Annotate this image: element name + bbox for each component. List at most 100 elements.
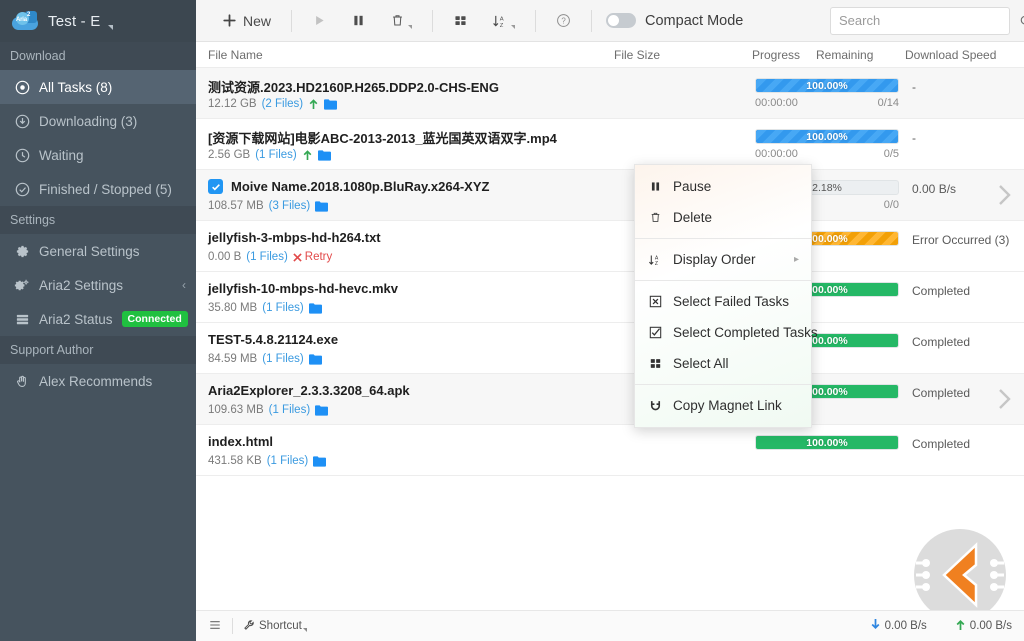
row-meta: 431.58 KB(1 Files) [208,455,326,467]
file-name-text: Aria2Explorer_2.3.3.3208_64.apk [208,383,410,398]
search-box[interactable] [830,7,1010,35]
menu-item-select-completed-tasks[interactable]: Select Completed Tasks [635,317,811,348]
file-name-text: Moive Name.2018.1080p.BluRay.x264-XYZ [231,179,489,194]
search-icon[interactable] [1019,14,1024,28]
shortcut-button[interactable]: Shortcut [243,619,307,634]
upload-icon [302,149,313,161]
new-task-button[interactable]: New [210,6,283,36]
menu-item-pause[interactable]: Pause [635,171,811,202]
play-icon [312,13,327,28]
arrow-down-icon [870,618,881,634]
menu-item-delete[interactable]: Delete [635,202,811,233]
table-row[interactable]: Aria2Explorer_2.3.3.3208_64.apk109.63 MB… [196,374,1024,425]
sort-button[interactable]: AZ [480,6,527,36]
caret-down-icon[interactable] [303,628,307,632]
row-meta: 12.12 GB(2 Files) [208,98,337,110]
hamburger-icon[interactable] [208,618,222,635]
pause-button[interactable] [339,6,378,36]
select-all-button[interactable] [441,6,480,36]
caret-down-icon[interactable] [408,25,412,29]
sidebar-item-downloading[interactable]: Downloading (3) [0,104,196,138]
context-menu: Pause Delete AZDisplay Order▸ Select Failed… [634,164,812,428]
table-header: File Name File Size Progress Remaining D… [196,42,1024,68]
sort-az-icon: AZ [492,13,508,29]
menu-item-copy-magnet-link[interactable]: Copy Magnet Link [635,390,811,421]
file-count-text: (1 Files) [255,149,297,161]
row-remaining: 0.00 B/s [912,182,956,196]
progress-percent: 100.00% [756,436,898,449]
caret-down-icon[interactable] [511,25,515,29]
file-size-text: 0.00 B [208,251,241,263]
download-circle-icon [14,113,30,129]
sort-az-icon: AZ [647,253,663,267]
sidebar-heading-settings: Settings [0,206,196,234]
sidebar-item-finished-stopped[interactable]: Finished / Stopped (5) [0,172,196,206]
table-row[interactable]: jellyfish-3-mbps-hd-h264.txt0.00 B(1 Fil… [196,221,1024,272]
row-file-name: Moive Name.2018.1080p.BluRay.x264-XYZ [208,179,489,194]
row-checkbox[interactable] [208,179,223,194]
open-folder-icon[interactable] [324,98,337,110]
menu-item-select-all[interactable]: Select All [635,348,811,379]
submenu-arrow-icon: ▸ [794,254,799,265]
table-row[interactable]: 测试资源.2023.HD2160P.H265.DDP2.0-CHS-ENG 12.… [196,68,1024,119]
sidebar-item-aria2-status[interactable]: Aria2 Status Connected [0,302,196,336]
row-remaining: Completed [912,437,970,451]
table-row[interactable]: [资源下载网站]电影ABC-2013-2013_蓝光国英双语双字.mp42.56… [196,119,1024,170]
column-header-remaining[interactable]: Remaining [816,48,873,62]
search-input[interactable] [839,13,1015,28]
sidebar-item-label: Aria2 Status [39,312,113,327]
compact-mode-label: Compact Mode [645,13,743,29]
column-header-download-speed[interactable]: Download Speed [905,48,996,62]
menu-item-label: Pause [673,179,799,194]
menu-item-select-failed-tasks[interactable]: Select Failed Tasks [635,286,811,317]
menu-item-label: Select Completed Tasks [673,325,818,340]
compact-mode-toggle[interactable]: Compact Mode [600,13,743,29]
page-title: Test - E [48,13,100,30]
file-name-text: TEST-5.4.8.21124.exe [208,332,338,347]
table-row[interactable]: TEST-5.4.8.21124.exe84.59 MB(1 Files)100… [196,323,1024,374]
table-row[interactable]: Moive Name.2018.1080p.BluRay.x264-XYZ108… [196,170,1024,221]
column-header-progress[interactable]: Progress [752,48,800,62]
app-window: Aria2 Test - E Download All Tasks (8) Do… [0,0,1024,641]
menu-item-display-order[interactable]: AZDisplay Order▸ [635,244,811,275]
sidebar-item-label: Aria2 Settings [39,278,173,293]
delete-button[interactable] [378,6,424,36]
global-download-speed: 0.00 B/s [870,618,927,634]
file-count-text: (3 Files) [269,200,311,212]
column-header-file-size[interactable]: File Size [614,48,660,62]
sidebar-item-label: All Tasks (8) [39,80,186,95]
chevron-left-icon[interactable]: ‹ [182,278,186,292]
help-button[interactable]: ? [544,6,583,36]
retry-link[interactable]: Retry [293,251,332,263]
sidebar-item-aria2-settings[interactable]: Aria2 Settings ‹ [0,268,196,302]
sidebar-item-general-settings[interactable]: General Settings [0,234,196,268]
table-row[interactable]: jellyfish-10-mbps-hd-hevc.mkv 35.80 MB(1 … [196,272,1024,323]
toolbar-divider-4 [591,10,592,32]
sidebar-item-waiting[interactable]: Waiting [0,138,196,172]
start-button[interactable] [300,6,339,36]
row-meta: 35.80 MB(1 Files) [208,302,322,314]
sidebar-item-all-tasks[interactable]: All Tasks (8) [0,70,196,104]
file-name-text: [资源下载网站]电影ABC-2013-2013_蓝光国英双语双字.mp4 [208,128,557,147]
open-folder-icon[interactable] [315,404,328,416]
open-folder-icon[interactable] [313,455,326,467]
open-folder-icon[interactable] [318,149,331,161]
progress-bar: 100.00% [755,78,899,93]
column-header-file-name[interactable]: File Name [208,48,263,62]
wrench-icon [243,619,255,634]
row-file-name: [资源下载网站]电影ABC-2013-2013_蓝光国英双语双字.mp4 [208,128,557,147]
sidebar-item-alex-recommends[interactable]: Alex Recommends [0,364,196,398]
toggle-switch[interactable] [606,13,636,28]
sidebar-item-label: Downloading (3) [39,114,186,129]
open-folder-icon[interactable] [309,302,322,314]
table-row[interactable]: index.html431.58 KB(1 Files)100.00%Compl… [196,425,1024,476]
file-count-text: (1 Files) [262,353,304,365]
open-folder-icon[interactable] [309,353,322,365]
row-file-name: jellyfish-10-mbps-hd-hevc.mkv [208,281,398,296]
file-name-text: jellyfish-3-mbps-hd-h264.txt [208,230,381,245]
open-folder-icon[interactable] [315,200,328,212]
row-expand-chevron-icon[interactable] [994,183,1014,212]
file-name-text: 测试资源.2023.HD2160P.H265.DDP2.0-CHS-ENG [208,77,499,96]
row-expand-chevron-icon[interactable] [994,387,1014,416]
caret-down-icon[interactable] [108,25,113,30]
